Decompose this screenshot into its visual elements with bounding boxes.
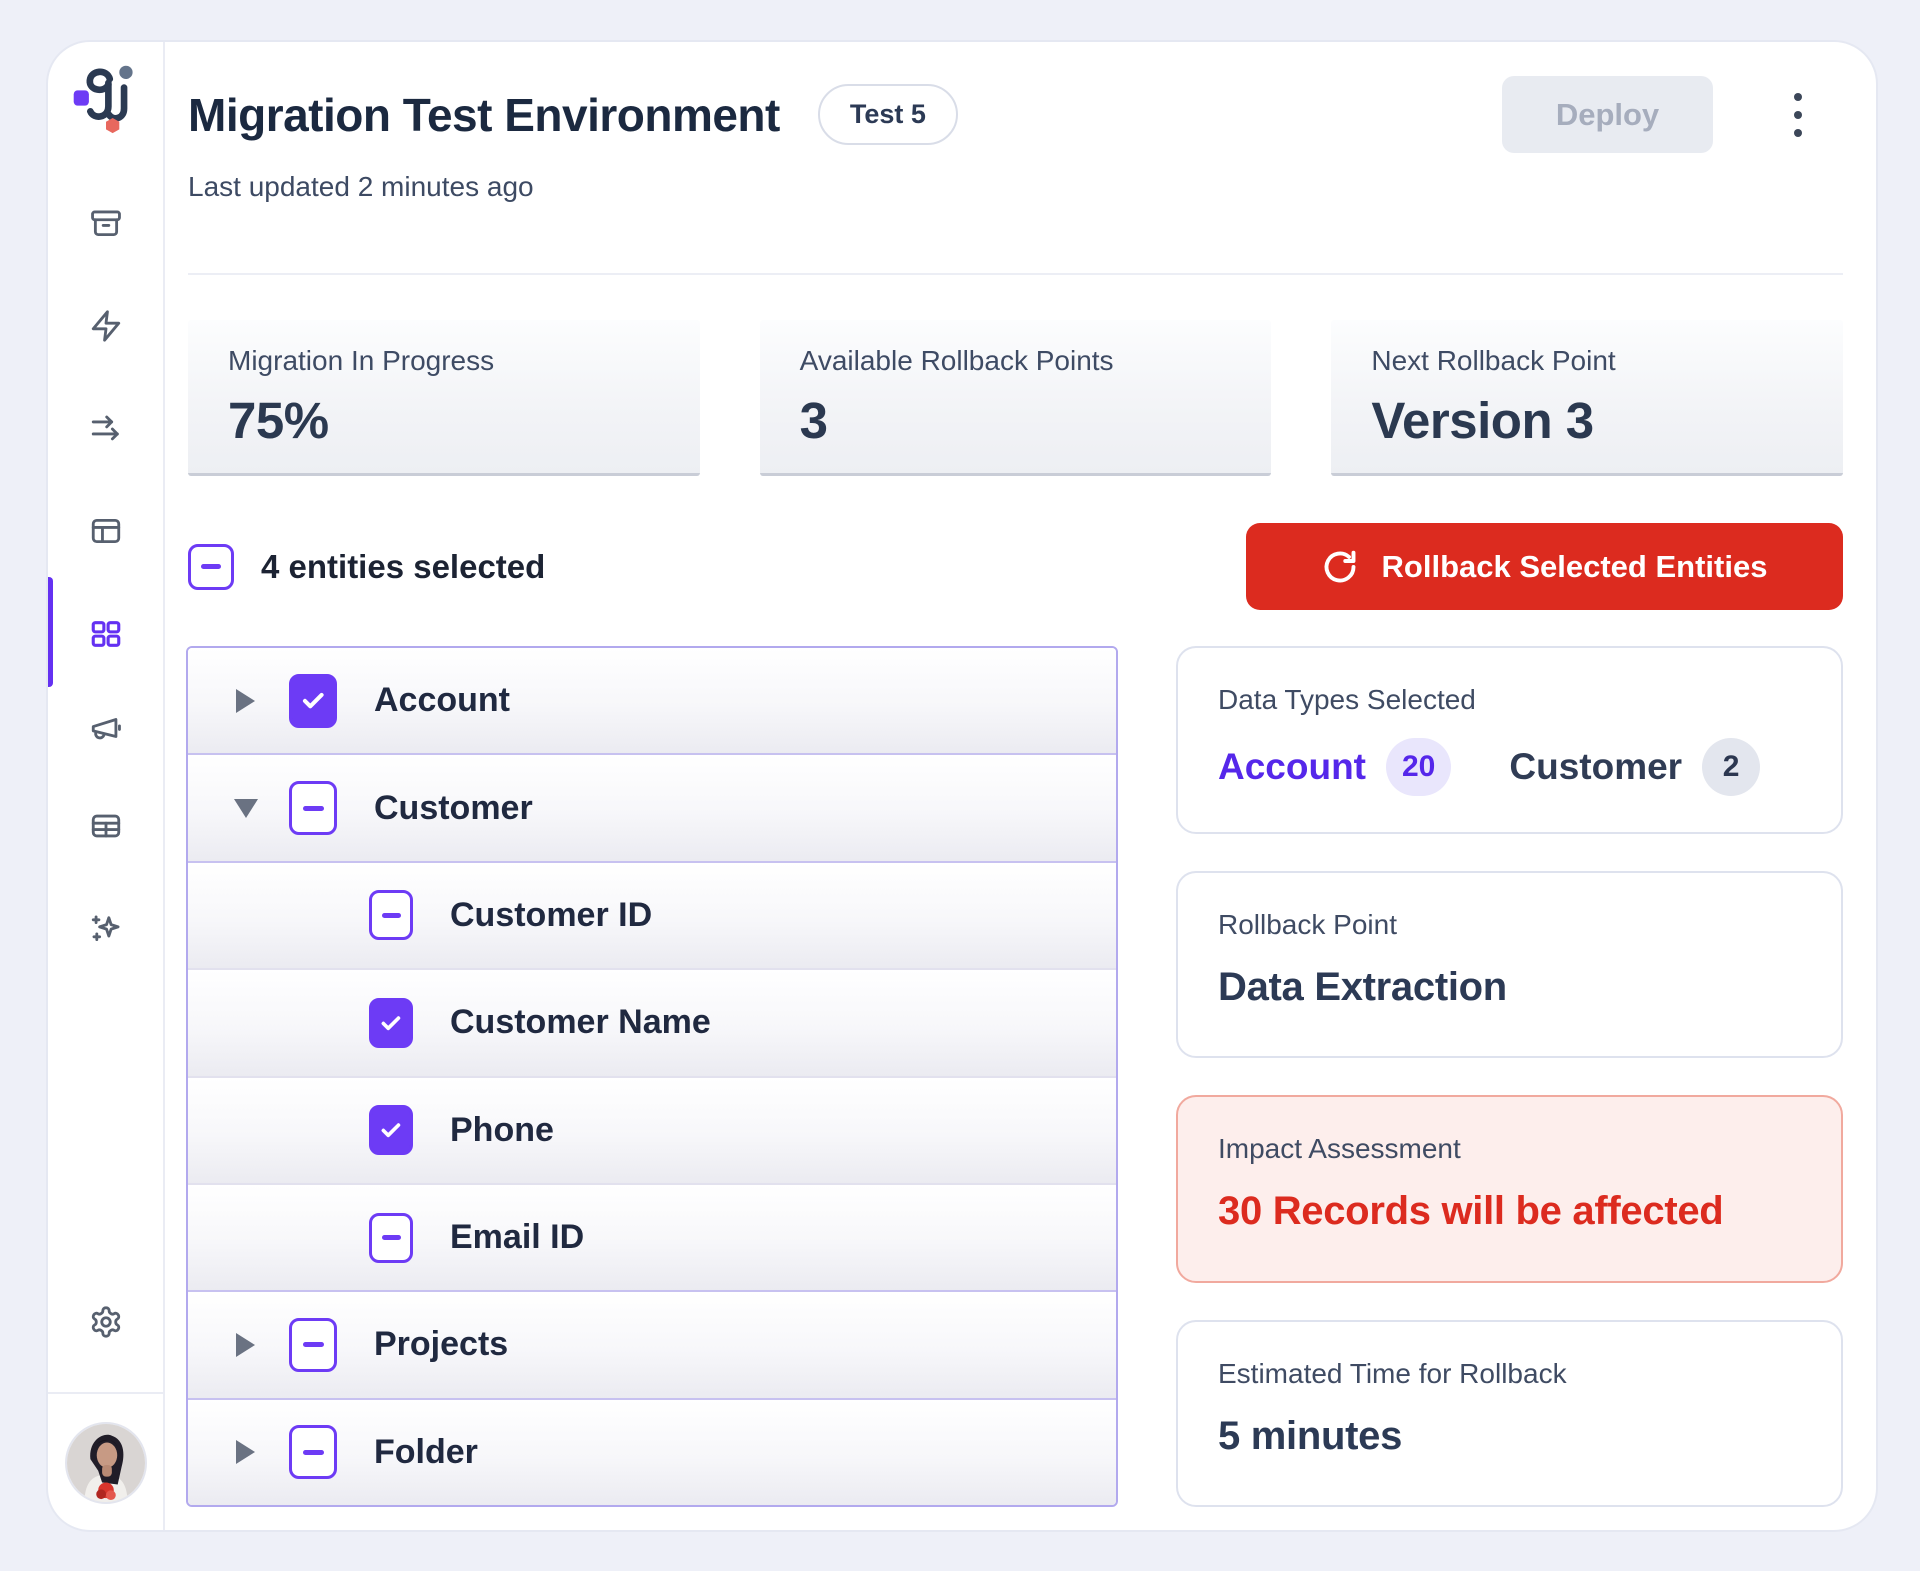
rollback-point-card: Rollback Point Data Extraction [1176,871,1843,1058]
stat-card-next-rollback: Next Rollback Point Version 3 [1331,320,1843,476]
sidebar-item-settings[interactable] [84,1300,128,1344]
row-checkbox[interactable] [369,1105,413,1155]
app-window: Migration Test Environment Test 5 Deploy… [46,40,1878,1532]
kebab-menu-icon[interactable] [1787,80,1809,150]
chip-name: Customer [1509,746,1682,788]
tree-row[interactable]: Projects [188,1292,1116,1399]
page-title: Migration Test Environment [188,88,780,142]
estimated-time-card: Estimated Time for Rollback 5 minutes [1176,1320,1843,1507]
chip-count-badge: 2 [1702,738,1760,796]
caret-icon[interactable] [236,795,258,821]
megaphone-icon [89,711,123,745]
stat-value: Version 3 [1371,391,1803,450]
stat-label: Next Rollback Point [1371,345,1803,377]
row-label: Phone [450,1111,554,1150]
tree-row[interactable]: Customer ID [188,863,1116,970]
sidebar-item-automations[interactable] [84,304,128,348]
selection-row: 4 entities selected Rollback Selected En… [188,523,1843,610]
sparkles-icon [89,912,123,946]
stat-label: Available Rollback Points [800,345,1232,377]
entity-tree: Account Customer Customer ID Customer Na… [186,646,1118,1507]
rollback-selected-button[interactable]: Rollback Selected Entities [1246,523,1843,610]
header: Migration Test Environment Test 5 Deploy [188,76,1843,153]
data-type-chip-account[interactable]: Account 20 [1218,738,1451,796]
caret-icon[interactable] [236,1332,258,1358]
card-label: Rollback Point [1218,909,1801,941]
card-label: Impact Assessment [1218,1133,1801,1165]
test-badge: Test 5 [818,84,958,145]
tree-row[interactable]: Phone [188,1078,1116,1185]
rollback-button-label: Rollback Selected Entities [1382,549,1768,585]
stats-row: Migration In Progress 75% Available Roll… [188,320,1843,476]
row-checkbox[interactable] [289,674,337,728]
user-avatar[interactable] [65,1422,147,1504]
row-label: Customer ID [450,896,652,935]
panel-layout-icon [89,514,123,548]
gear-icon [89,1305,123,1339]
data-type-chip-customer[interactable]: Customer 2 [1509,738,1760,796]
row-checkbox[interactable] [289,781,337,835]
select-all-checkbox[interactable] [188,544,234,590]
entities-selected-text: 4 entities selected [261,548,545,586]
chip-name: Account [1218,746,1366,788]
row-checkbox[interactable] [289,1425,337,1479]
tree-row[interactable]: Customer [188,755,1116,862]
summary-panel: Data Types Selected Account 20 Customer … [1176,646,1843,1507]
sidebar-item-layouts[interactable] [84,509,128,553]
rotate-cw-icon [1322,549,1358,585]
card-value: 5 minutes [1218,1414,1801,1459]
data-types-card: Data Types Selected Account 20 Customer … [1176,646,1843,834]
stat-card-migration-progress: Migration In Progress 75% [188,320,700,476]
stat-card-rollback-points: Available Rollback Points 3 [760,320,1272,476]
sidebar-item-entities[interactable] [84,612,128,656]
sidebar-divider [48,1392,163,1394]
row-checkbox[interactable] [289,1318,337,1372]
stat-value: 75% [228,391,660,450]
app-logo-icon [68,60,144,136]
card-value: 30 Records will be affected [1218,1189,1801,1234]
impact-assessment-card: Impact Assessment 30 Records will be aff… [1176,1095,1843,1282]
row-label: Projects [374,1325,508,1364]
card-label: Estimated Time for Rollback [1218,1358,1801,1390]
deploy-button[interactable]: Deploy [1502,76,1713,153]
row-label: Customer [374,789,533,828]
archive-icon [89,207,123,241]
table-icon [89,809,123,843]
grid-icon [89,617,123,651]
card-value: Data Extraction [1218,965,1801,1010]
stat-value: 3 [800,391,1232,450]
stat-label: Migration In Progress [228,345,660,377]
row-label: Account [374,681,510,720]
sidebar-item-ai[interactable] [84,907,128,951]
main-content: Migration Test Environment Test 5 Deploy… [165,42,1876,1530]
sidebar-item-announcements[interactable] [84,706,128,750]
card-label: Data Types Selected [1218,684,1801,716]
chip-count-badge: 20 [1386,738,1451,796]
data-type-chips: Account 20 Customer 2 [1218,738,1801,796]
sidebar-item-archive[interactable] [84,202,128,246]
last-updated-text: Last updated 2 minutes ago [188,171,1843,203]
tree-row[interactable]: Folder [188,1400,1116,1505]
row-checkbox[interactable] [369,1213,413,1263]
row-checkbox[interactable] [369,890,413,940]
row-label: Folder [374,1433,478,1472]
row-label: Email ID [450,1218,584,1257]
tree-row[interactable]: Email ID [188,1185,1116,1292]
sidebar [48,42,165,1530]
arrows-right-icon [89,412,123,446]
caret-icon[interactable] [236,688,258,714]
header-divider [188,273,1843,275]
tree-row[interactable]: Customer Name [188,970,1116,1077]
tree-row[interactable]: Account [188,648,1116,755]
sidebar-item-tables[interactable] [84,804,128,848]
active-nav-indicator [48,577,53,687]
row-checkbox[interactable] [369,998,413,1048]
row-label: Customer Name [450,1003,711,1042]
zap-icon [89,309,123,343]
caret-icon[interactable] [236,1439,258,1465]
sidebar-item-transfers[interactable] [84,407,128,451]
content-body: Account Customer Customer ID Customer Na… [186,646,1843,1507]
